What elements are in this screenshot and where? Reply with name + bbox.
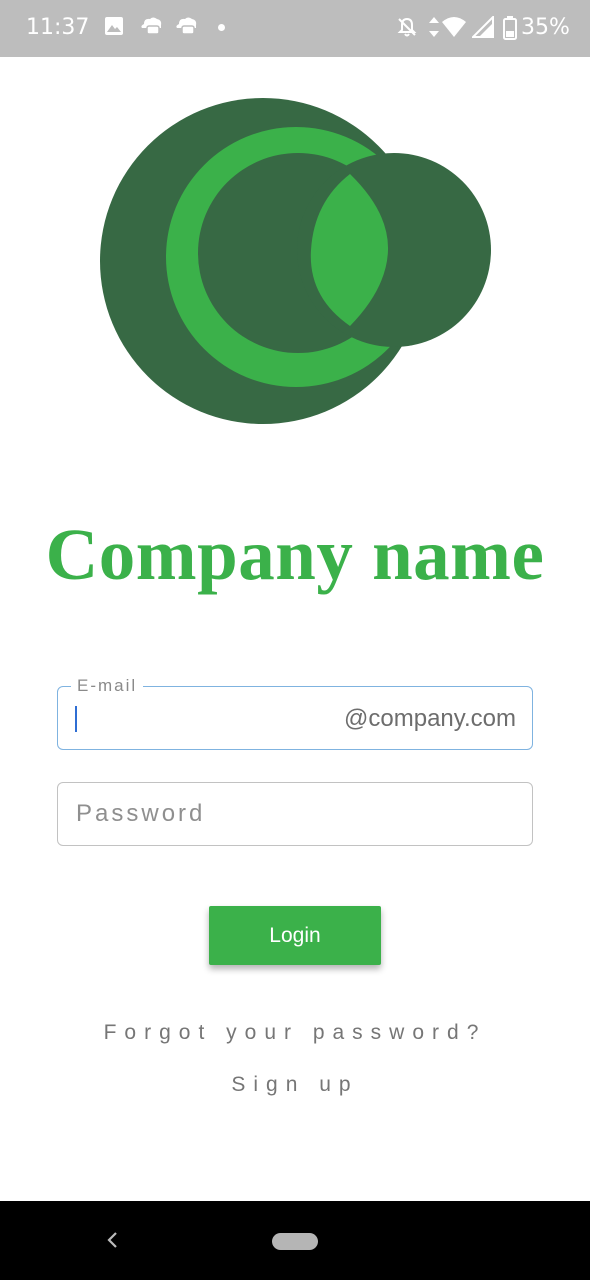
wifi-icon: [442, 17, 466, 37]
status-time: 11:37: [26, 15, 90, 40]
back-icon[interactable]: [104, 1230, 122, 1250]
battery-percentage: 35%: [521, 15, 570, 40]
company-logo: [100, 98, 491, 424]
email-label: E-mail: [71, 676, 144, 696]
cloud-game-icon: [141, 17, 162, 35]
image-icon: [105, 17, 123, 35]
email-field[interactable]: E-mail @company.com: [57, 676, 533, 750]
forgot-password-link[interactable]: Forgot your password?: [0, 1021, 590, 1045]
navigation-bar: [0, 1201, 590, 1280]
battery-icon: [503, 16, 517, 40]
sign-up-link[interactable]: Sign up: [0, 1073, 590, 1097]
home-pill[interactable]: [272, 1233, 318, 1250]
status-bar: 11:37 35%: [0, 0, 590, 57]
password-placeholder: Password: [76, 800, 206, 827]
login-button[interactable]: Login: [209, 906, 381, 965]
data-arrows-icon: [429, 17, 439, 37]
mute-icon: [397, 17, 417, 37]
password-field[interactable]: Password: [57, 782, 533, 846]
text-cursor: [75, 706, 77, 732]
company-name: Company name: [45, 514, 545, 595]
cell-signal-icon: [472, 16, 494, 38]
cloud-game-icon: [176, 17, 197, 35]
email-domain-suffix: @company.com: [344, 705, 516, 732]
notification-dot: [218, 24, 225, 31]
